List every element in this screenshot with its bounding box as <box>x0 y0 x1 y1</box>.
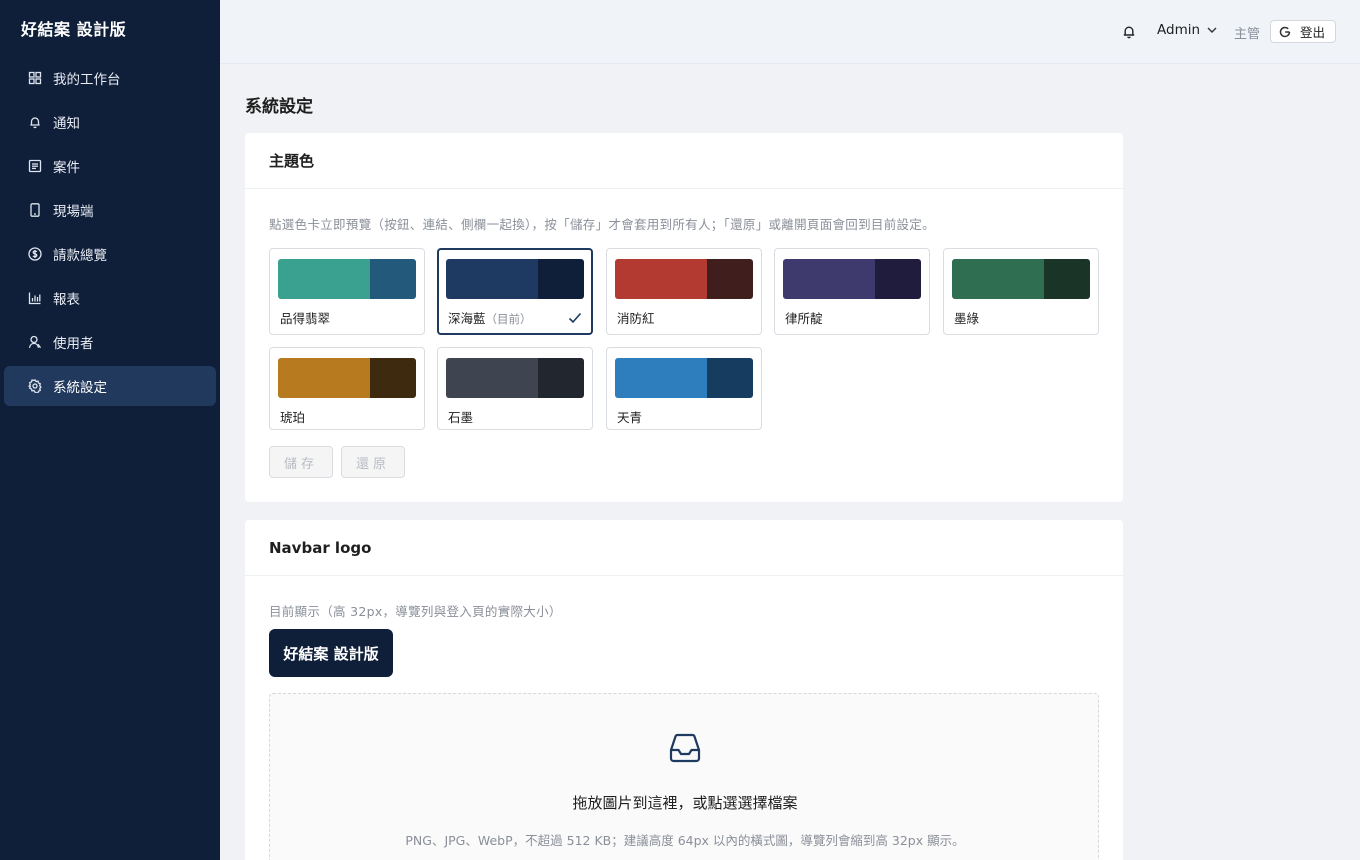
dropzone-subtext: PNG、JPG、WebP，不超過 512 KB；建議高度 64px 以內的橫式圖… <box>405 833 965 848</box>
swatch-primary-color <box>615 259 707 299</box>
logo-hint: 目前顯示（高 32px，導覽列與登入頁的實際大小） <box>269 604 562 619</box>
user-icon <box>28 335 42 349</box>
reset-button[interactable]: 還原 <box>341 446 405 478</box>
swatch-primary-color <box>446 259 538 299</box>
inbox-icon <box>667 730 703 766</box>
theme-swatch-selected[interactable]: 深海藍（目前） <box>437 248 593 335</box>
swatch-primary-color <box>278 358 370 398</box>
sidebar-item-label: 現場端 <box>53 204 94 220</box>
bell-icon <box>28 115 42 129</box>
upload-dropzone[interactable]: 拖放圖片到這裡，或點選選擇檔案 PNG、JPG、WebP，不超過 512 KB；… <box>269 693 1099 860</box>
swatch-primary-color <box>615 358 707 398</box>
swatch-label: 律所靛 <box>785 311 823 326</box>
mobile-icon <box>28 203 42 217</box>
sidebar-item-field[interactable]: 現場端 <box>4 190 216 230</box>
swatch-secondary-color <box>707 358 753 398</box>
dollar-icon <box>28 247 42 261</box>
grid-icon <box>28 71 42 85</box>
sidebar-item-label: 報表 <box>53 292 80 308</box>
check-icon <box>568 309 582 324</box>
swatch-secondary-color <box>538 259 584 299</box>
theme-swatch[interactable]: 石墨 <box>437 347 593 430</box>
swatch-label: 深海藍（目前） <box>448 308 532 327</box>
sidebar-item-reports[interactable]: 報表 <box>4 278 216 318</box>
document-icon <box>28 159 42 173</box>
swatch-label: 消防紅 <box>617 311 655 326</box>
dropzone-text: 拖放圖片到這裡，或點選選擇檔案 <box>572 794 798 812</box>
swatch-label: 品得翡翠 <box>280 311 331 326</box>
google-icon <box>1279 26 1291 37</box>
logout-label: 登出 <box>1300 25 1326 40</box>
sidebar-item-label: 請款總覽 <box>53 248 107 264</box>
sidebar-item-users[interactable]: 使用者 <box>4 322 216 362</box>
theme-swatch[interactable]: 品得翡翠 <box>269 248 425 335</box>
chevron-down-icon <box>1206 24 1218 36</box>
sidebar-item-label: 使用者 <box>53 336 94 352</box>
sidebar-item-label: 通知 <box>53 116 80 132</box>
theme-swatch[interactable]: 琥珀 <box>269 347 425 430</box>
theme-swatch[interactable]: 消防紅 <box>606 248 762 335</box>
logo-preview: 好結案 設計版 <box>269 629 393 677</box>
theme-swatch[interactable]: 墨綠 <box>943 248 1099 335</box>
swatch-secondary-color <box>1044 259 1090 299</box>
save-button[interactable]: 儲存 <box>269 446 333 478</box>
page-title: 系統設定 <box>245 97 313 117</box>
bar-chart-icon <box>28 291 42 305</box>
sidebar-item-dashboard[interactable]: 我的工作台 <box>4 58 216 98</box>
sidebar-item-billing[interactable]: 請款總覽 <box>4 234 216 274</box>
theme-color-card: 主題色 點選色卡立即預覽（按鈕、連結、側欄一起換），按「儲存」才會套用到所有人；… <box>245 133 1123 502</box>
card-title: 主題色 <box>245 133 1123 189</box>
swatch-secondary-color <box>707 259 753 299</box>
theme-hint: 點選色卡立即預覽（按鈕、連結、側欄一起換），按「儲存」才會套用到所有人；「還原」… <box>269 217 935 232</box>
theme-swatch[interactable]: 律所靛 <box>774 248 930 335</box>
brand-logo[interactable]: 好結案 設計版 <box>0 0 220 56</box>
sidebar-item-settings[interactable]: 系統設定 <box>4 366 216 406</box>
swatch-primary-color <box>952 259 1044 299</box>
swatch-secondary-color <box>370 259 416 299</box>
swatch-secondary-color <box>875 259 921 299</box>
swatch-primary-color <box>783 259 875 299</box>
sidebar: 好結案 設計版 我的工作台 通知 案件 現場端 請款總覽 報表 使用者 系統設定 <box>0 0 220 860</box>
current-tag: （目前） <box>485 312 532 326</box>
sidebar-item-label: 案件 <box>53 160 80 176</box>
swatch-secondary-color <box>538 358 584 398</box>
navbar-logo-card: Navbar logo 目前顯示（高 32px，導覽列與登入頁的實際大小） 好結… <box>245 520 1123 860</box>
sidebar-item-cases[interactable]: 案件 <box>4 146 216 186</box>
logout-button[interactable]: 登出 <box>1270 20 1336 43</box>
swatch-label: 墨綠 <box>954 311 980 326</box>
theme-swatch[interactable]: 天青 <box>606 347 762 430</box>
card-title: Navbar logo <box>245 520 1123 576</box>
user-name: Admin <box>1157 22 1201 38</box>
user-menu[interactable]: Admin <box>1157 22 1218 38</box>
swatch-label: 琥珀 <box>280 410 306 425</box>
sidebar-item-label: 我的工作台 <box>53 72 121 88</box>
swatch-secondary-color <box>370 358 416 398</box>
swatch-label: 石墨 <box>448 410 474 425</box>
swatch-name: 深海藍 <box>448 311 486 326</box>
notification-bell-icon[interactable] <box>1122 24 1136 39</box>
swatch-label: 天青 <box>617 410 643 425</box>
gear-icon <box>28 379 42 393</box>
swatch-primary-color <box>446 358 538 398</box>
sidebar-nav: 我的工作台 通知 案件 現場端 請款總覽 報表 使用者 系統設定 <box>0 56 220 406</box>
top-header: Admin 主管 登出 <box>220 0 1360 64</box>
sidebar-item-notifications[interactable]: 通知 <box>4 102 216 142</box>
swatch-primary-color <box>278 259 370 299</box>
sidebar-item-label: 系統設定 <box>53 380 107 396</box>
user-role: 主管 <box>1234 27 1261 42</box>
